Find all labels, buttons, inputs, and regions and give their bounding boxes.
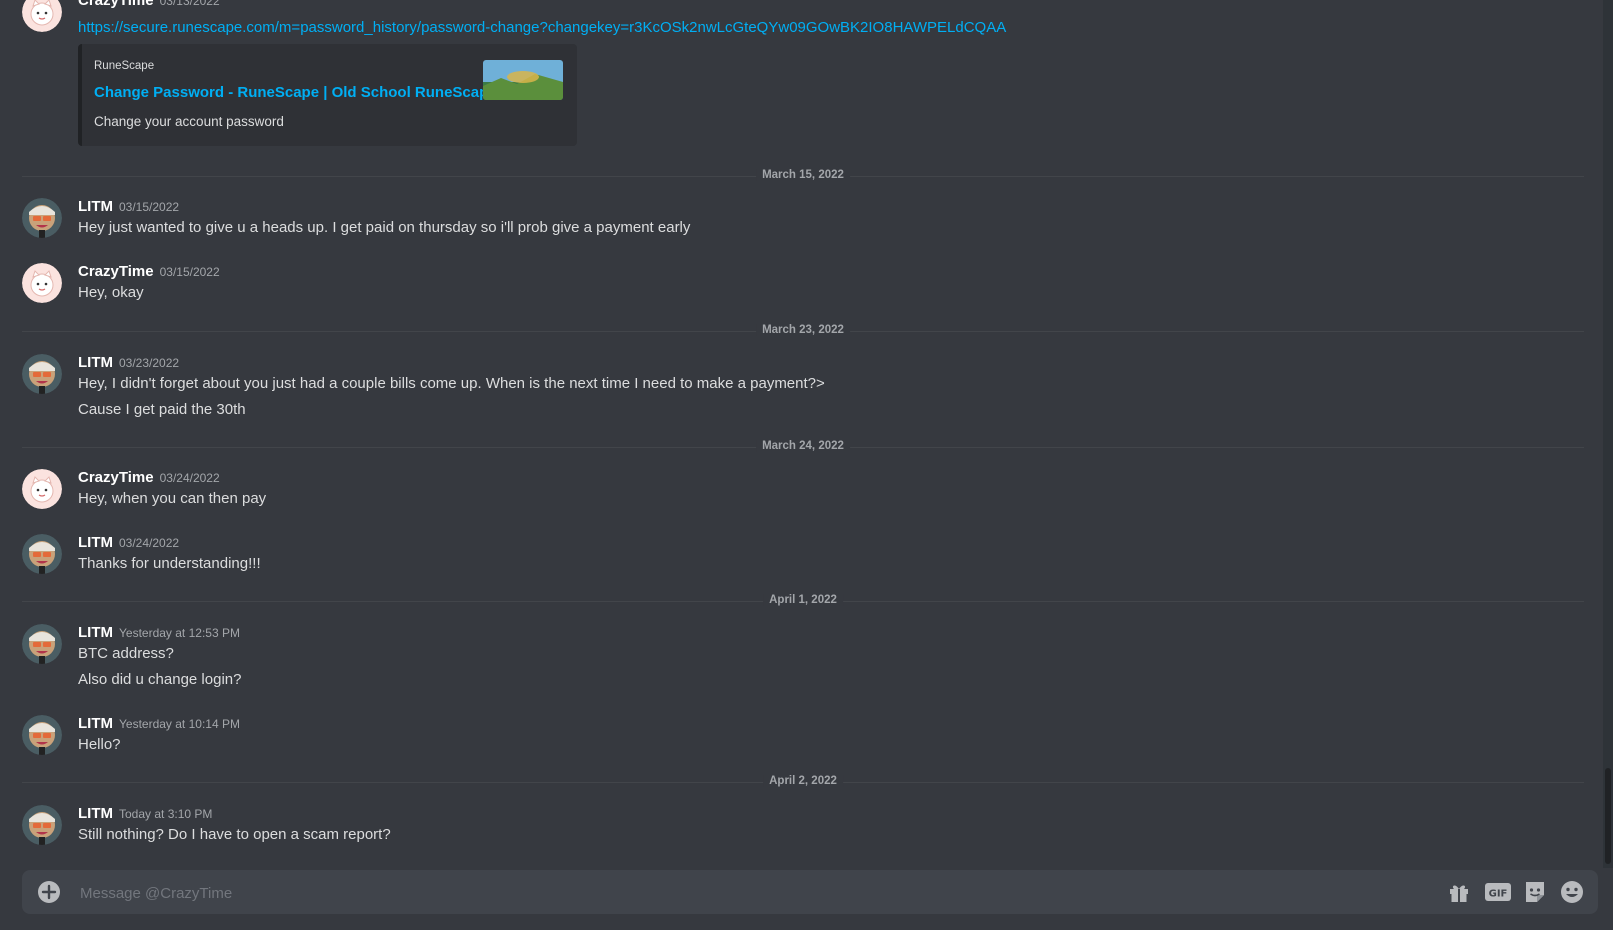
embed-provider: RuneScape xyxy=(94,60,155,72)
message-link[interactable]: https://secure.runescape.com/m=password_… xyxy=(78,19,1006,36)
message-header: LITM 03/15/2022 xyxy=(78,198,179,216)
avatar-litm[interactable] xyxy=(22,624,62,664)
message: CrazyTime 03/15/2022 Hey, okay xyxy=(22,263,1582,307)
scrollbar-track[interactable] xyxy=(1603,0,1613,868)
timestamp: 03/15/2022 xyxy=(119,200,180,214)
date-divider: March 24, 2022 xyxy=(22,440,1584,452)
date-divider: April 2, 2022 xyxy=(22,775,1584,787)
date-divider-label: April 1, 2022 xyxy=(763,594,843,606)
message-text: Hey, when you can then pay xyxy=(78,490,267,507)
avatar-crazytime[interactable] xyxy=(22,263,62,303)
username[interactable]: LITM xyxy=(78,198,113,215)
username[interactable]: LITM xyxy=(78,805,113,822)
date-divider-label: April 2, 2022 xyxy=(763,775,843,787)
message-text: BTC address? xyxy=(78,645,174,662)
message-composer: GIF xyxy=(22,870,1598,914)
timestamp: Yesterday at 12:53 PM xyxy=(119,626,240,640)
message-header: CrazyTime 03/15/2022 xyxy=(78,263,220,281)
date-divider: March 23, 2022 xyxy=(22,324,1584,336)
message-text: Still nothing? Do I have to open a scam … xyxy=(78,826,391,843)
gif-icon[interactable]: GIF xyxy=(1484,880,1512,904)
avatar-crazytime[interactable] xyxy=(22,469,62,509)
embed-description: Change your account password xyxy=(94,114,284,129)
message: LITM Yesterday at 10:14 PM Hello? xyxy=(22,715,1582,759)
date-divider-label: March 23, 2022 xyxy=(756,324,850,336)
message-text: Hello? xyxy=(78,736,121,753)
message: LITM 03/23/2022 Hey, I didn't forget abou… xyxy=(22,354,1582,424)
date-divider-label: March 24, 2022 xyxy=(756,440,850,452)
gif-label: GIF xyxy=(1489,889,1508,900)
emoji-icon[interactable] xyxy=(1559,880,1585,904)
embed-thumbnail[interactable] xyxy=(483,60,563,100)
message: LITM Yesterday at 12:53 PM BTC address? A… xyxy=(22,624,1582,694)
message-text: Thanks for understanding!!! xyxy=(78,555,261,572)
message: LITM 03/24/2022 Thanks for understanding!… xyxy=(22,534,1582,578)
timestamp: Today at 3:10 PM xyxy=(119,807,213,821)
embed-title[interactable]: Change Password - RuneScape | Old School… xyxy=(94,84,497,101)
chat-window: CrazyTime 03/13/2022 https://secure.runes… xyxy=(0,0,1613,930)
timestamp: 03/15/2022 xyxy=(159,265,220,279)
username[interactable]: CrazyTime xyxy=(78,469,154,486)
message-header: LITM 03/24/2022 xyxy=(78,534,179,552)
message-header: CrazyTime 03/13/2022 xyxy=(78,0,220,10)
message-text: Also did u change login? xyxy=(78,671,242,688)
username[interactable]: LITM xyxy=(78,534,113,551)
message-header: LITM Yesterday at 10:14 PM xyxy=(78,715,240,733)
message-text: Hey, I didn't forget about you just had … xyxy=(78,375,825,392)
message: LITM 03/15/2022 Hey just wanted to give u… xyxy=(22,198,1582,242)
timestamp: 03/13/2022 xyxy=(159,0,220,8)
date-divider: April 1, 2022 xyxy=(22,594,1584,606)
message-text: Hey, okay xyxy=(78,284,144,301)
avatar-litm[interactable] xyxy=(22,715,62,755)
username[interactable]: CrazyTime xyxy=(78,263,154,280)
avatar-litm[interactable] xyxy=(22,354,62,394)
scrollbar-thumb[interactable] xyxy=(1605,768,1611,864)
avatar-litm[interactable] xyxy=(22,198,62,238)
sticker-icon[interactable] xyxy=(1522,880,1548,904)
add-icon[interactable] xyxy=(38,881,60,903)
avatar-litm[interactable] xyxy=(22,805,62,845)
message-text: Cause I get paid the 30th xyxy=(78,401,246,418)
message: CrazyTime 03/24/2022 Hey, when you can th… xyxy=(22,469,1582,513)
bottom-strip xyxy=(0,920,1613,930)
username[interactable]: LITM xyxy=(78,354,113,371)
timestamp: 03/24/2022 xyxy=(119,536,180,550)
avatar-litm[interactable] xyxy=(22,534,62,574)
message-header: LITM 03/23/2022 xyxy=(78,354,179,372)
date-divider-label: March 15, 2022 xyxy=(756,169,850,181)
gift-icon[interactable] xyxy=(1446,880,1472,904)
username[interactable]: CrazyTime xyxy=(78,0,154,9)
avatar-crazytime[interactable] xyxy=(22,0,62,32)
message: LITM Today at 3:10 PM Still nothing? Do I… xyxy=(22,805,1582,849)
username[interactable]: LITM xyxy=(78,624,113,641)
timestamp: 03/24/2022 xyxy=(159,471,220,485)
message-header: LITM Today at 3:10 PM xyxy=(78,805,212,823)
username[interactable]: LITM xyxy=(78,715,113,732)
message-input[interactable] xyxy=(78,880,1382,906)
message-header: CrazyTime 03/24/2022 xyxy=(78,469,220,487)
link-embed: RuneScape Change Password - RuneScape | … xyxy=(78,44,577,146)
message-text: Hey just wanted to give u a heads up. I … xyxy=(78,219,691,236)
timestamp: 03/23/2022 xyxy=(119,356,180,370)
date-divider: March 15, 2022 xyxy=(22,169,1584,181)
timestamp: Yesterday at 10:14 PM xyxy=(119,717,240,731)
message-header: LITM Yesterday at 12:53 PM xyxy=(78,624,240,642)
